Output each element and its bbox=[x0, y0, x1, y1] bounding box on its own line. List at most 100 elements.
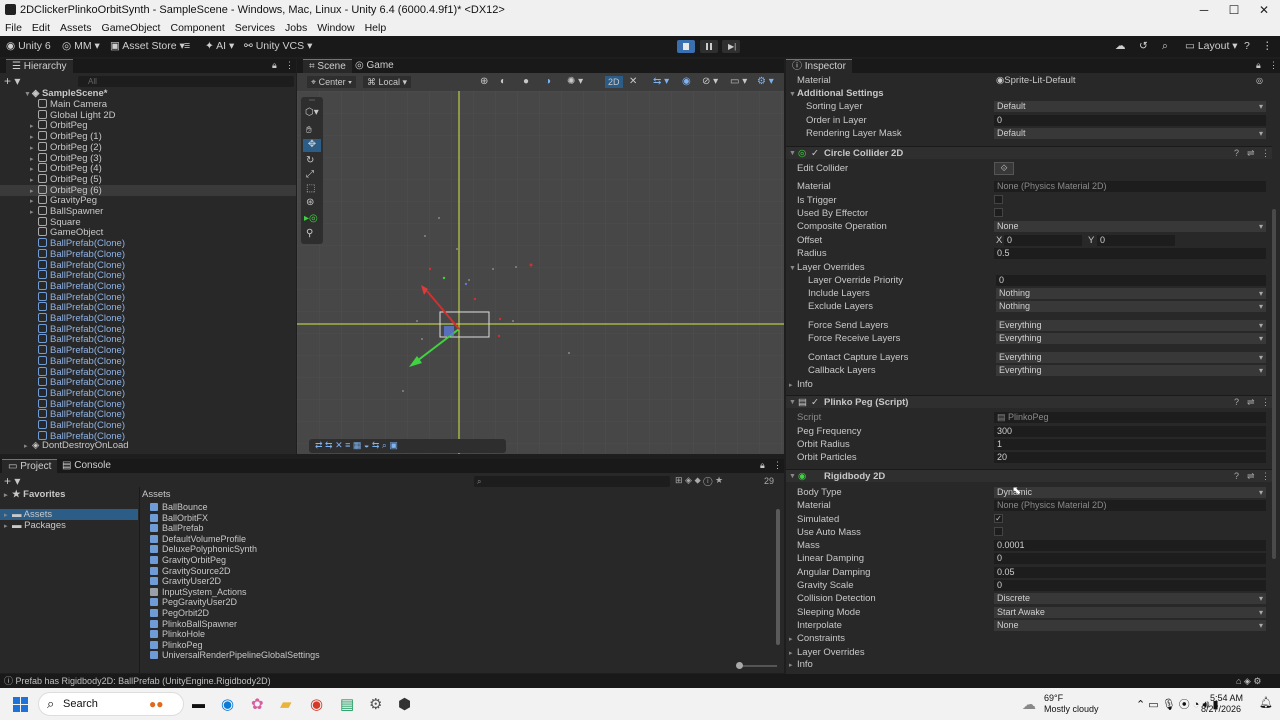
vcs-button[interactable]: ⚯ Unity VCS ▾ bbox=[244, 36, 312, 57]
collider-info-foldout[interactable]: ▸ Info bbox=[789, 379, 813, 390]
asset-item[interactable]: InputSystem_Actions bbox=[150, 587, 247, 598]
taskview-icon[interactable]: ▬ bbox=[192, 696, 205, 711]
breadcrumb[interactable]: Assets bbox=[142, 489, 171, 500]
assets-folder[interactable]: ▸ ▬ Assets bbox=[0, 509, 138, 520]
hierarchy-item[interactable]: ▸ OrbitPeg (5) bbox=[0, 173, 296, 185]
maximize-button[interactable]: ☐ bbox=[1218, 0, 1250, 20]
body-type-dropdown[interactable]: Dynamic bbox=[994, 487, 1266, 498]
lock-icon[interactable]: 🔒︎ bbox=[272, 60, 277, 71]
component-menu-icon[interactable]: ⋮ bbox=[1261, 396, 1270, 409]
include-layers-dropdown[interactable]: Nothing bbox=[996, 288, 1266, 299]
sorting-layer-dropdown[interactable]: Default bbox=[994, 101, 1266, 112]
cloud-icon[interactable]: ☁ bbox=[1115, 36, 1126, 57]
angular-damping-input[interactable]: 0.05 bbox=[994, 567, 1266, 578]
object-picker-icon[interactable]: ◎ bbox=[1256, 75, 1263, 86]
hierarchy-item[interactable]: BallPrefab(Clone) bbox=[0, 248, 296, 260]
move-tool-icon[interactable]: ⇆ ▾ bbox=[653, 76, 669, 87]
asset-item[interactable]: PlinkoHole bbox=[150, 629, 205, 640]
add-button[interactable]: + ▾ bbox=[4, 74, 20, 88]
menu-file[interactable]: File bbox=[0, 22, 27, 34]
visibility-icon[interactable]: ◉ bbox=[682, 76, 691, 87]
edit-collider-button[interactable]: ⟐ bbox=[994, 162, 1014, 175]
hierarchy-item[interactable]: BallPrefab(Clone) bbox=[0, 280, 296, 292]
composite-dropdown[interactable]: None bbox=[994, 221, 1266, 232]
asset-item[interactable]: GravitySource2D bbox=[150, 566, 231, 577]
menu-window[interactable]: Window bbox=[312, 22, 359, 34]
rb-info-foldout[interactable]: ▸ Info bbox=[789, 659, 813, 670]
hierarchy-item[interactable]: ▸ OrbitPeg (2) bbox=[0, 141, 296, 153]
close-button[interactable]: ✕ bbox=[1248, 0, 1280, 20]
edge-icon[interactable]: ◉ bbox=[221, 695, 234, 713]
asset-item[interactable]: PegOrbit2D bbox=[150, 608, 209, 619]
asset-store-button[interactable]: ▣ Asset Store ▾ bbox=[110, 36, 185, 57]
collider-material-field[interactable]: None (Physics Material 2D) bbox=[994, 181, 1266, 192]
effects-icon[interactable]: ✺ ▾ bbox=[567, 76, 583, 87]
asset-item[interactable]: PegGravityUser2D bbox=[150, 597, 237, 608]
rotate-tool-icon[interactable]: ↻ bbox=[306, 155, 314, 166]
scale-tool-icon[interactable]: ⤢ bbox=[306, 169, 314, 180]
inspector-scrollbar[interactable] bbox=[1272, 209, 1276, 559]
hierarchy-item[interactable]: BallPrefab(Clone) bbox=[0, 302, 296, 313]
component-menu-icon[interactable]: ⋮ bbox=[1261, 470, 1270, 483]
mode-2d-button[interactable]: 2D bbox=[605, 76, 623, 88]
component-menu-icon[interactable]: ⋮ bbox=[1261, 147, 1270, 160]
panel-menu-icon[interactable]: ⋮ bbox=[773, 460, 782, 471]
wire-icon[interactable]: ◑ bbox=[545, 76, 551, 87]
lock-icon[interactable]: 🔒︎ bbox=[1256, 60, 1261, 71]
hierarchy-item[interactable]: ▸ OrbitPeg (4) bbox=[0, 163, 296, 174]
weather-desc[interactable]: Mostly cloudy bbox=[1044, 704, 1099, 714]
zoom-slider[interactable] bbox=[736, 662, 777, 669]
hierarchy-item[interactable]: BallPrefab(Clone) bbox=[0, 398, 296, 410]
tab-project[interactable]: ▭ Project bbox=[2, 459, 58, 473]
minimize-button[interactable]: ─ bbox=[1188, 0, 1220, 20]
play-button[interactable] bbox=[677, 40, 695, 53]
render-mode-icon[interactable]: ▭ ▾ bbox=[730, 76, 747, 87]
notification-icon[interactable]: 🔔︎ bbox=[1259, 696, 1273, 709]
collider-edit-icon[interactable]: ▸◎ bbox=[304, 213, 318, 224]
plinko-peg-header[interactable]: ▼ ▤ ✓ Plinko Peg (Script) ? ⇌ ⋮ bbox=[786, 395, 1272, 408]
shading-icon[interactable]: ◐ bbox=[500, 76, 506, 87]
step-button[interactable]: ▶| bbox=[722, 40, 740, 53]
tab-game[interactable]: ◎ Game bbox=[349, 59, 400, 73]
hierarchy-item[interactable]: ▸ OrbitPeg bbox=[0, 120, 296, 131]
asset-item[interactable]: UniversalRenderPipelineGlobalSettings bbox=[150, 650, 320, 661]
custom-tool-icon[interactable]: ⚲ bbox=[306, 228, 313, 239]
offset-x-input[interactable]: 0 bbox=[1004, 235, 1082, 246]
orbit-particles-input[interactable]: 20 bbox=[994, 452, 1266, 463]
asset-item[interactable]: DefaultVolumeProfile bbox=[150, 534, 246, 545]
weather-temp[interactable]: 69°F bbox=[1044, 693, 1063, 703]
hierarchy-item[interactable]: BallPrefab(Clone) bbox=[0, 259, 296, 271]
tab-scene[interactable]: ⌗ Scene bbox=[303, 59, 352, 73]
asset-item[interactable]: PlinkoBallSpawner bbox=[150, 619, 237, 630]
auto-mass-checkbox[interactable] bbox=[994, 527, 1003, 536]
hierarchy-item[interactable]: Main Camera bbox=[0, 99, 296, 110]
hierarchy-item[interactable]: BallPrefab(Clone) bbox=[0, 387, 296, 399]
hierarchy-item[interactable]: ▸ BallSpawner bbox=[0, 206, 296, 217]
constraints-foldout[interactable]: ▸ Constraints bbox=[789, 633, 845, 644]
help-icon[interactable]: ? bbox=[1234, 147, 1239, 160]
hierarchy-item[interactable]: ▸ GravityPeg bbox=[0, 195, 296, 206]
offset-y-input[interactable]: 0 bbox=[1097, 235, 1175, 246]
hierarchy-item[interactable]: BallPrefab(Clone) bbox=[0, 323, 296, 335]
search-icon[interactable]: ⌕ bbox=[1162, 36, 1168, 57]
snap-icon[interactable]: ⇄ ⇆ ✕ ≡ ▦ ◒ ⇆ ⌕ ▣ bbox=[315, 440, 398, 451]
hierarchy-item[interactable]: BallPrefab(Clone) bbox=[0, 377, 296, 388]
move-tool-icon[interactable]: ✥ bbox=[303, 139, 321, 152]
exclude-layers-dropdown[interactable]: Nothing bbox=[996, 301, 1266, 312]
hierarchy-item[interactable]: BallPrefab(Clone) bbox=[0, 366, 296, 378]
is-trigger-checkbox[interactable] bbox=[994, 195, 1003, 204]
help-icon[interactable]: ? bbox=[1234, 470, 1239, 483]
preset-icon[interactable]: ⇌ bbox=[1247, 147, 1255, 160]
rb-material-field[interactable]: None (Physics Material 2D) bbox=[994, 500, 1266, 511]
hierarchy-item[interactable]: Global Light 2D bbox=[0, 109, 296, 121]
explorer-icon[interactable]: ▰ bbox=[280, 695, 292, 713]
mass-input[interactable]: 0.0001 bbox=[994, 540, 1266, 551]
panel-menu-icon[interactable]: ⋮ bbox=[285, 60, 294, 71]
hierarchy-item[interactable]: BallPrefab(Clone) bbox=[0, 270, 296, 281]
gizmo-icon[interactable]: ⊕ bbox=[480, 76, 488, 87]
order-in-layer-input[interactable]: 0 bbox=[994, 115, 1266, 126]
status-icons[interactable]: ⌂ ◈ ⚙ bbox=[1236, 674, 1261, 688]
material-value[interactable]: ◉Sprite-Lit-Default bbox=[996, 75, 1076, 86]
circle-collider-header[interactable]: ▼ ◎ ✓ Circle Collider 2D ? ⇌ ⋮ bbox=[786, 146, 1272, 159]
layer-overrides-foldout[interactable]: ▼Layer Overrides bbox=[789, 262, 865, 273]
